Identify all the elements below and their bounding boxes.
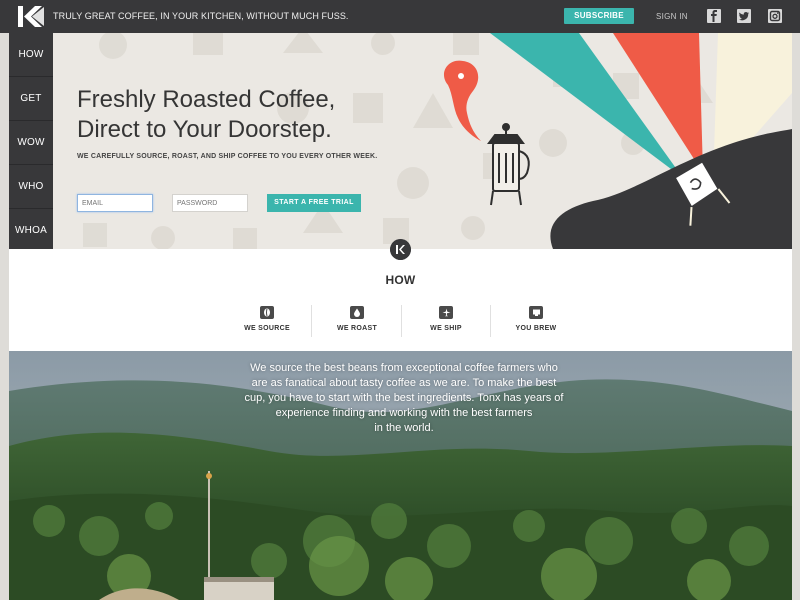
farm-text-line: cup, you have to start with the best ing… [244, 392, 564, 404]
email-field[interactable] [77, 194, 153, 212]
start-free-trial-button[interactable]: START A FREE TRIAL [267, 194, 361, 212]
divider [401, 305, 402, 337]
side-nav: HOW GET WOW WHO WHOA [9, 33, 53, 249]
farm-text-line: We source the best beans from exceptiona… [250, 362, 558, 374]
tonx-badge-icon [390, 239, 411, 260]
farm-text-line: experience finding and working with the … [275, 407, 533, 419]
farm-text-line: in the world. [374, 422, 434, 434]
top-bar: TRULY GREAT COFFEE, IN YOUR KITCHEN, WIT… [0, 0, 800, 33]
subscribe-button[interactable]: SUBSCRIBE [564, 8, 634, 24]
hero-section: Freshly Roasted Coffee, Direct to Your D… [53, 33, 792, 249]
farm-photo-section: We source the best beans from exceptiona… [9, 351, 792, 600]
step-label: WE ROAST [336, 325, 378, 332]
cup-icon [529, 306, 543, 319]
nav-item-how[interactable]: HOW [9, 33, 53, 77]
drop-icon [350, 306, 364, 319]
french-press-icon [487, 123, 530, 206]
divider [311, 305, 312, 337]
farm-text-line: are as fanatical about tasty coffee as w… [251, 377, 557, 389]
hero-heading-line1: Freshly Roasted Coffee, [77, 86, 336, 113]
step-label: WE SHIP [430, 325, 462, 332]
step-we-ship[interactable]: WE SHIP [411, 306, 481, 332]
divider [490, 305, 491, 337]
step-label: WE SOURCE [244, 325, 290, 332]
bean-icon [260, 306, 274, 319]
hero-heading: Freshly Roasted Coffee, Direct to Your D… [77, 85, 407, 145]
nav-item-who[interactable]: WHO [9, 165, 53, 209]
nav-item-whoa[interactable]: WHOA [9, 209, 53, 252]
farm-description: We source the best beans from exceptiona… [234, 361, 574, 436]
password-field[interactable] [172, 194, 248, 212]
tonx-logo-icon[interactable] [18, 6, 44, 27]
tagline: TRULY GREAT COFFEE, IN YOUR KITCHEN, WIT… [53, 11, 349, 21]
hero-subheading: WE CAREFULLY SOURCE, ROAST, AND SHIP COF… [77, 153, 378, 160]
step-label: YOU BREW [515, 325, 557, 332]
how-section: HOW WE SOURCE WE ROAST WE SHIP YOU BREW [9, 239, 792, 351]
twitter-icon[interactable] [737, 9, 751, 23]
sign-in-link[interactable]: SIGN IN [656, 12, 688, 21]
plane-icon [439, 306, 453, 319]
how-title: HOW [385, 273, 416, 287]
instagram-icon[interactable] [768, 9, 782, 23]
step-we-roast[interactable]: WE ROAST [322, 306, 392, 332]
step-you-brew[interactable]: YOU BREW [501, 306, 571, 332]
facebook-icon[interactable] [707, 9, 721, 23]
nav-item-get[interactable]: GET [9, 77, 53, 121]
step-we-source[interactable]: WE SOURCE [232, 306, 302, 332]
hero-heading-line2: Direct to Your Doorstep. [77, 116, 332, 143]
nav-item-wow[interactable]: WOW [9, 121, 53, 165]
